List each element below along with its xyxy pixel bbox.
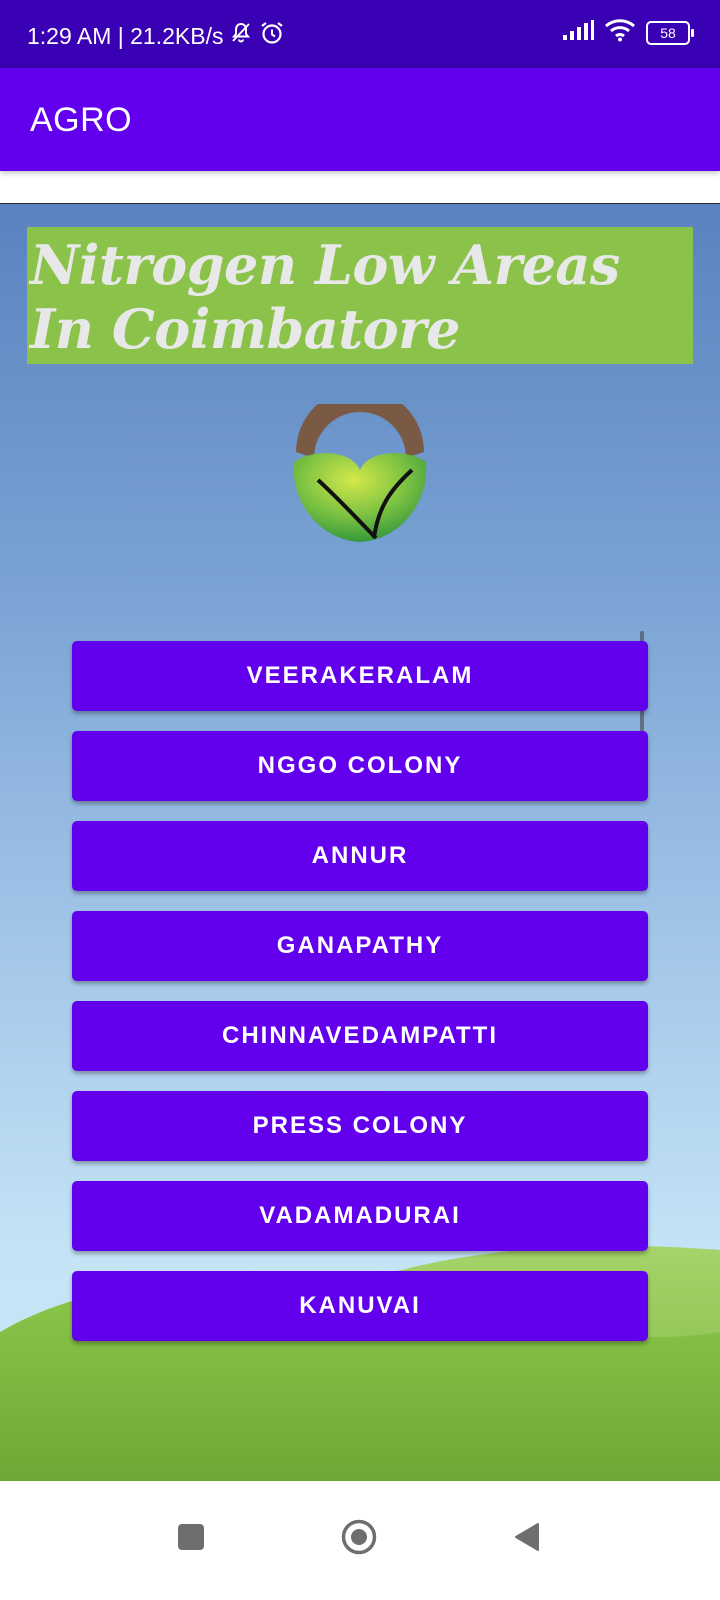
area-button-ganapathy[interactable]: GANAPATHY	[72, 911, 648, 981]
area-button-kanuvai[interactable]: KANUVAI	[72, 1271, 648, 1341]
status-left: 1:29 AM | 21.2KB/s	[27, 20, 285, 52]
mute-bell-icon	[229, 21, 253, 51]
alarm-icon	[259, 20, 285, 52]
battery-icon: 58	[646, 20, 694, 45]
system-nav-bar	[0, 1481, 720, 1600]
app-title: AGRO	[30, 101, 133, 139]
battery-level: 58	[660, 24, 676, 41]
area-button-veerakeralam[interactable]: VEERAKERALAM	[72, 641, 648, 711]
area-button-annur[interactable]: ANNUR	[72, 821, 648, 891]
page-heading: Nitrogen Low Areas In Coimbatore	[30, 233, 620, 361]
leaf-logo-icon	[290, 388, 430, 549]
status-time-speed: 1:29 AM | 21.2KB/s	[27, 22, 224, 49]
recents-square-icon[interactable]	[178, 1524, 204, 1550]
status-right: 58	[562, 18, 694, 47]
area-button-nggo-colony[interactable]: NGGO COLONY	[72, 731, 648, 801]
area-button-chinnavedampatti[interactable]: CHINNAVEDAMPATTI	[72, 1001, 648, 1071]
page-heading-box: Nitrogen Low Areas In Coimbatore	[27, 227, 693, 364]
wifi-icon	[604, 18, 636, 47]
status-bar: 1:29 AM | 21.2KB/s 58	[0, 0, 720, 68]
app-bar: AGRO	[0, 68, 720, 171]
home-circle-icon[interactable]	[341, 1519, 377, 1555]
signal-icon	[562, 19, 594, 46]
main-content[interactable]: Nitrogen Low Areas In Coimbatore VEERAKE…	[0, 203, 720, 1482]
back-triangle-icon[interactable]	[512, 1521, 542, 1553]
area-button-vadamadurai[interactable]: VADAMADURAI	[72, 1181, 648, 1251]
area-button-press-colony[interactable]: PRESS COLONY	[72, 1091, 648, 1161]
hills-background	[0, 1245, 720, 1482]
